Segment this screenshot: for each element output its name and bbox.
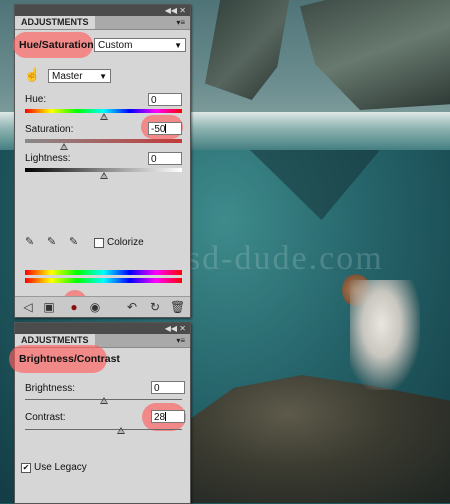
- back-arrow-icon[interactable]: ◁: [21, 300, 35, 314]
- panel-tab-row: ADJUSTMENTS ▾≡: [15, 16, 190, 30]
- eyedropper-icon[interactable]: ✎: [25, 236, 37, 248]
- hue-label: Hue:: [25, 94, 47, 105]
- adjustment-name: Brightness/Contrast: [19, 353, 120, 365]
- panel-footer: ◁ ▣ ● ◉ ↶ ↻ 🗑: [15, 296, 190, 317]
- view-previous-icon[interactable]: ↶: [125, 300, 139, 314]
- contrast-label: Contrast:: [25, 412, 66, 423]
- saturation-value: -50: [151, 124, 166, 135]
- hue-slider-thumb[interactable]: [99, 113, 108, 120]
- reset-icon[interactable]: ↻: [148, 300, 162, 314]
- lightness-label: Lightness:: [25, 153, 71, 164]
- panel-titlebar[interactable]: ◀◀ ✕: [15, 5, 190, 16]
- lightness-slider-thumb[interactable]: [99, 172, 108, 179]
- contrast-input[interactable]: 28: [151, 410, 185, 423]
- collapse-icon[interactable]: ◀◀ ✕: [165, 323, 186, 334]
- targeted-adjustment-hand-icon[interactable]: ☝: [24, 67, 40, 83]
- colorize-checkbox[interactable]: [94, 238, 104, 248]
- saturation-label: Saturation:: [25, 124, 74, 135]
- contrast-slider-thumb[interactable]: [116, 427, 125, 434]
- tab-adjustments[interactable]: ADJUSTMENTS: [15, 16, 95, 29]
- panel-menu-icon[interactable]: ▾≡: [176, 336, 185, 345]
- hue-saturation-panel: ◀◀ ✕ ADJUSTMENTS ▾≡ Hue/Saturation Custo…: [13, 4, 191, 318]
- eyedropper-minus-icon[interactable]: ✎: [69, 236, 81, 248]
- collapse-icon[interactable]: ◀◀ ✕: [165, 5, 186, 16]
- use-legacy-checkbox[interactable]: ✔: [21, 463, 31, 473]
- colorize-label: Colorize: [107, 237, 144, 248]
- preset-select[interactable]: Custom ▼: [94, 38, 186, 52]
- clip-to-layer-icon[interactable]: ●: [67, 300, 81, 314]
- eyedropper-plus-icon[interactable]: ✎: [47, 236, 59, 248]
- saturation-slider-thumb[interactable]: [60, 143, 69, 150]
- woman-figure: [350, 280, 420, 390]
- brightness-contrast-panel: ◀◀ ✕ ADJUSTMENTS ▾≡ Brightness/Contrast …: [9, 322, 191, 504]
- channel-select[interactable]: Master ▼: [48, 69, 111, 83]
- visibility-eye-icon[interactable]: ◉: [88, 300, 102, 314]
- trash-icon[interactable]: 🗑: [170, 300, 185, 314]
- spectrum-bar-top: [25, 270, 182, 275]
- checkmark-icon: ✔: [22, 463, 30, 472]
- contrast-value: 28: [154, 412, 166, 423]
- brightness-label: Brightness:: [25, 383, 76, 394]
- contrast-slider-track[interactable]: [25, 429, 182, 430]
- expanded-view-icon[interactable]: ▣: [42, 300, 56, 314]
- use-legacy-label: Use Legacy: [34, 462, 87, 473]
- brightness-slider-thumb[interactable]: [99, 397, 108, 404]
- brightness-input[interactable]: 0: [151, 381, 185, 394]
- chevron-down-icon: ▼: [174, 41, 182, 50]
- panel-titlebar[interactable]: ◀◀ ✕: [15, 323, 190, 334]
- adjustment-name: Hue/Saturation: [19, 39, 94, 51]
- channel-value: Master: [52, 71, 83, 82]
- chevron-down-icon: ▼: [99, 72, 107, 81]
- spectrum-bar-bottom: [25, 278, 182, 283]
- lightness-input[interactable]: 0: [148, 152, 182, 165]
- saturation-slider-track[interactable]: [25, 139, 182, 143]
- saturation-input[interactable]: -50: [148, 122, 182, 135]
- preset-value: Custom: [98, 40, 133, 51]
- hue-input[interactable]: 0: [148, 93, 182, 106]
- panel-menu-icon[interactable]: ▾≡: [176, 18, 185, 27]
